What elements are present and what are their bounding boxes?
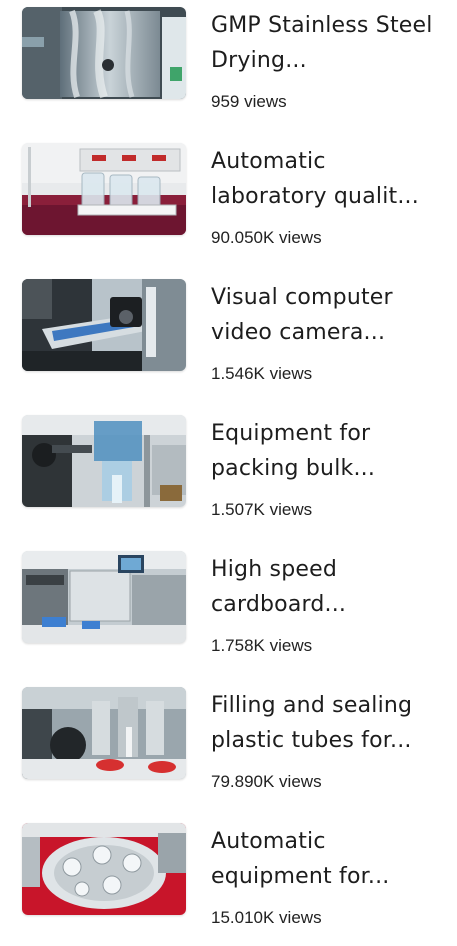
video-title[interactable]: Automatic equipment for... (211, 824, 439, 894)
video-thumbnail[interactable] (22, 279, 186, 371)
view-count: 1.546K views (211, 364, 313, 383)
cardboard-machine-image (22, 551, 186, 643)
laboratory-tester-image (22, 143, 186, 235)
video-thumbnail[interactable] (22, 551, 186, 643)
drying-machine-image (22, 7, 186, 99)
video-item[interactable]: Automatic laboratory qualit... 90.050K v… (0, 136, 457, 266)
view-count: 959 views (211, 92, 287, 111)
video-title[interactable]: High speed cardboard... (211, 552, 439, 622)
video-title[interactable]: Automatic laboratory qualit... (211, 144, 439, 214)
video-title[interactable]: GMP Stainless Steel Drying... (211, 8, 439, 78)
view-count: 79.890K views (211, 772, 322, 791)
video-thumbnail[interactable] (22, 415, 186, 507)
video-item[interactable]: High speed cardboard... 1.758K views (0, 544, 457, 674)
video-title[interactable]: Visual computer video camera... (211, 280, 439, 350)
video-list: GMP Stainless Steel Drying... 959 views … (0, 0, 457, 927)
video-thumbnail[interactable] (22, 687, 186, 779)
packing-machine-image (22, 415, 186, 507)
tube-filling-image (22, 687, 186, 779)
view-count: 90.050K views (211, 228, 322, 247)
view-count: 1.758K views (211, 636, 313, 655)
video-item[interactable]: Equipment for packing bulk... 1.507K vie… (0, 408, 457, 538)
rotary-filler-image (22, 823, 186, 915)
video-item[interactable]: GMP Stainless Steel Drying... 959 views (0, 0, 457, 130)
view-count: 1.507K views (211, 500, 313, 519)
video-thumbnail[interactable] (22, 7, 186, 99)
video-title[interactable]: Equipment for packing bulk... (211, 416, 439, 486)
video-title[interactable]: Filling and sealing plastic tubes for... (211, 688, 439, 758)
video-item[interactable]: Visual computer video camera... 1.546K v… (0, 272, 457, 402)
video-thumbnail[interactable] (22, 823, 186, 915)
video-thumbnail[interactable] (22, 143, 186, 235)
vision-inspection-image (22, 279, 186, 371)
view-count: 15.010K views (211, 908, 322, 927)
video-item[interactable]: Filling and sealing plastic tubes for...… (0, 680, 457, 810)
